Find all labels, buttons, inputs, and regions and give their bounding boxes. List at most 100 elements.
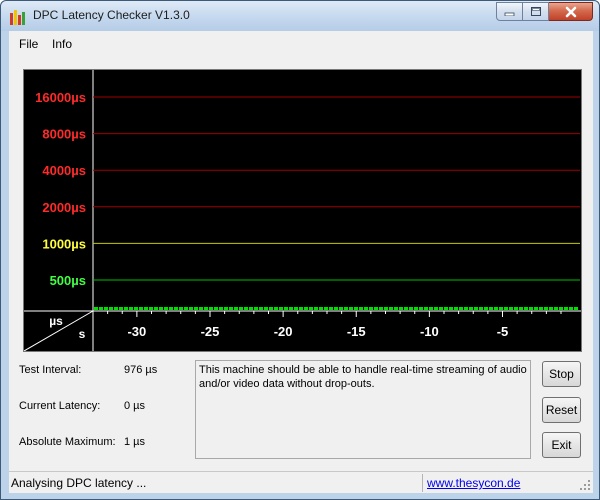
exit-button[interactable]: Exit	[542, 432, 581, 458]
latency-bar	[569, 307, 573, 310]
latency-bar	[109, 307, 113, 310]
latency-bar	[204, 307, 208, 310]
latency-bar	[174, 307, 178, 310]
x-tick-label: -15	[347, 324, 366, 339]
latency-bar	[334, 307, 338, 310]
latency-bar	[184, 307, 188, 310]
latency-bar	[474, 307, 478, 310]
latency-bar	[374, 307, 378, 310]
latency-bar	[104, 307, 108, 310]
y-tick-label: 16000µs	[35, 90, 86, 105]
latency-bar	[269, 307, 273, 310]
latency-bar	[239, 307, 243, 310]
latency-bar	[274, 307, 278, 310]
latency-bar	[199, 307, 203, 310]
minimize-button[interactable]	[496, 2, 523, 21]
latency-bar	[524, 307, 528, 310]
latency-bar	[154, 307, 158, 310]
latency-bar	[439, 307, 443, 310]
latency-bar	[549, 307, 553, 310]
latency-bar	[129, 307, 133, 310]
latency-bar	[574, 307, 578, 310]
reset-button[interactable]: Reset	[542, 397, 581, 423]
latency-bar	[484, 307, 488, 310]
menu-file[interactable]: File	[19, 37, 38, 51]
latency-bar	[144, 307, 148, 310]
latency-bar	[389, 307, 393, 310]
latency-bar	[359, 307, 363, 310]
latency-bar	[364, 307, 368, 310]
corner-y-unit: µs	[49, 314, 63, 328]
window-title: DPC Latency Checker V1.3.0	[33, 8, 190, 22]
latency-bar	[344, 307, 348, 310]
x-tick-label: -5	[497, 324, 509, 339]
latency-bar	[544, 307, 548, 310]
latency-bar	[404, 307, 408, 310]
latency-bar	[139, 307, 143, 310]
latency-bar	[159, 307, 163, 310]
y-tick-label: 500µs	[50, 273, 86, 288]
bar-chart-icon	[10, 10, 25, 25]
latency-bar	[259, 307, 263, 310]
latency-bar	[289, 307, 293, 310]
latency-bar	[234, 307, 238, 310]
latency-bar	[229, 307, 233, 310]
latency-bar	[419, 307, 423, 310]
website-link[interactable]: www.thesycon.de	[427, 476, 520, 490]
latency-bar	[299, 307, 303, 310]
latency-bar	[369, 307, 373, 310]
latency-bar	[479, 307, 483, 310]
menu-bar: File Info	[9, 31, 593, 56]
latency-bar	[564, 307, 568, 310]
maximize-button[interactable]	[523, 2, 549, 21]
latency-bar	[339, 307, 343, 310]
latency-bar	[314, 307, 318, 310]
latency-bar	[509, 307, 513, 310]
latency-bar	[559, 307, 563, 310]
close-icon	[565, 6, 576, 17]
y-tick-label: 1000µs	[42, 236, 86, 251]
latency-bar	[489, 307, 493, 310]
latency-bar	[209, 307, 213, 310]
latency-bar	[449, 307, 453, 310]
resize-grip-icon[interactable]	[579, 479, 591, 491]
latency-bar	[189, 307, 193, 310]
latency-bar	[414, 307, 418, 310]
latency-bar	[309, 307, 313, 310]
stop-button[interactable]: Stop	[542, 361, 581, 387]
corner-x-unit: s	[79, 327, 86, 341]
latency-bar	[384, 307, 388, 310]
latency-bar	[329, 307, 333, 310]
y-tick-label: 8000µs	[42, 127, 86, 142]
latency-bar	[279, 307, 283, 310]
y-tick-label: 4000µs	[42, 163, 86, 178]
minimize-icon	[504, 12, 515, 16]
latency-bar	[464, 307, 468, 310]
latency-bar	[244, 307, 248, 310]
latency-bar	[124, 307, 128, 310]
latency-bar	[354, 307, 358, 310]
latency-bar	[429, 307, 433, 310]
menu-info[interactable]: Info	[52, 37, 72, 51]
maximize-icon	[530, 7, 541, 16]
caption-buttons	[496, 2, 593, 22]
latency-bar	[494, 307, 498, 310]
latency-bar	[284, 307, 288, 310]
status-text: Analysing DPC latency ...	[11, 476, 147, 490]
close-button[interactable]	[549, 2, 593, 21]
current-latency-label: Current Latency:	[19, 400, 101, 412]
latency-bar	[554, 307, 558, 310]
title-bar[interactable]: DPC Latency Checker V1.3.0	[1, 1, 599, 31]
absolute-maximum-value: 1 µs	[124, 436, 146, 448]
latency-bar	[194, 307, 198, 310]
latency-bar	[164, 307, 168, 310]
latency-bar	[379, 307, 383, 310]
latency-bar	[119, 307, 123, 310]
latency-bar	[114, 307, 118, 310]
latency-graph-canvas: 16000µs 8000µs 4000µs 2000µs 1000µs 500µs -30 -…	[24, 70, 581, 351]
result-message: This machine should be able to handle re…	[195, 360, 531, 459]
latency-bar	[224, 307, 228, 310]
status-divider	[422, 474, 423, 492]
test-interval-label: Test Interval:	[19, 364, 82, 376]
latency-bar	[149, 307, 153, 310]
